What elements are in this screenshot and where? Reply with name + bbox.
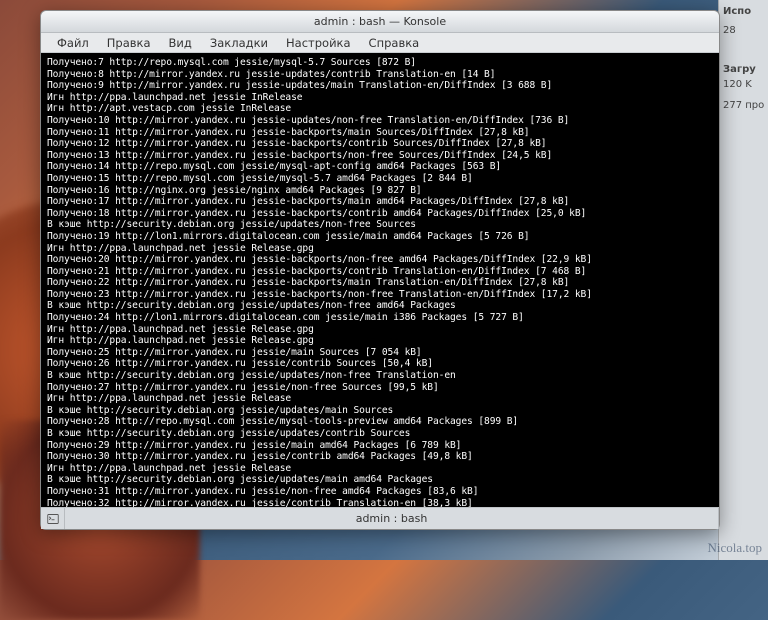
sidebar-download-value: 120 K — [723, 79, 764, 90]
menu-view[interactable]: Вид — [161, 34, 200, 52]
tab-label: admin : bash — [356, 512, 428, 525]
watermark: Nicola.top — [707, 540, 762, 556]
new-tab-button[interactable] — [41, 508, 65, 529]
menu-bar: Файл Правка Вид Закладки Настройка Справ… — [41, 33, 719, 53]
menu-settings[interactable]: Настройка — [278, 34, 359, 52]
sidebar-processes: 277 про — [723, 100, 764, 111]
tab-active[interactable]: admin : bash — [65, 508, 719, 529]
terminal-icon — [47, 513, 59, 525]
sidebar-value: 28 — [723, 25, 764, 36]
menu-edit[interactable]: Правка — [99, 34, 159, 52]
tab-bar: admin : bash — [41, 507, 719, 529]
window-titlebar[interactable]: admin : bash — Konsole — [41, 11, 719, 33]
menu-bookmarks[interactable]: Закладки — [202, 34, 276, 52]
sidebar-title: Испо — [723, 6, 764, 17]
konsole-window: admin : bash — Konsole Файл Правка Вид З… — [40, 10, 720, 530]
system-monitor-panel: Испо 28 Загру 120 K 277 про — [718, 0, 768, 560]
window-title: admin : bash — Konsole — [314, 15, 446, 28]
menu-help[interactable]: Справка — [361, 34, 428, 52]
sidebar-download-label: Загру — [723, 64, 764, 75]
terminal-output[interactable]: Получено:7 http://repo.mysql.com jessie/… — [41, 53, 719, 507]
menu-file[interactable]: Файл — [49, 34, 97, 52]
